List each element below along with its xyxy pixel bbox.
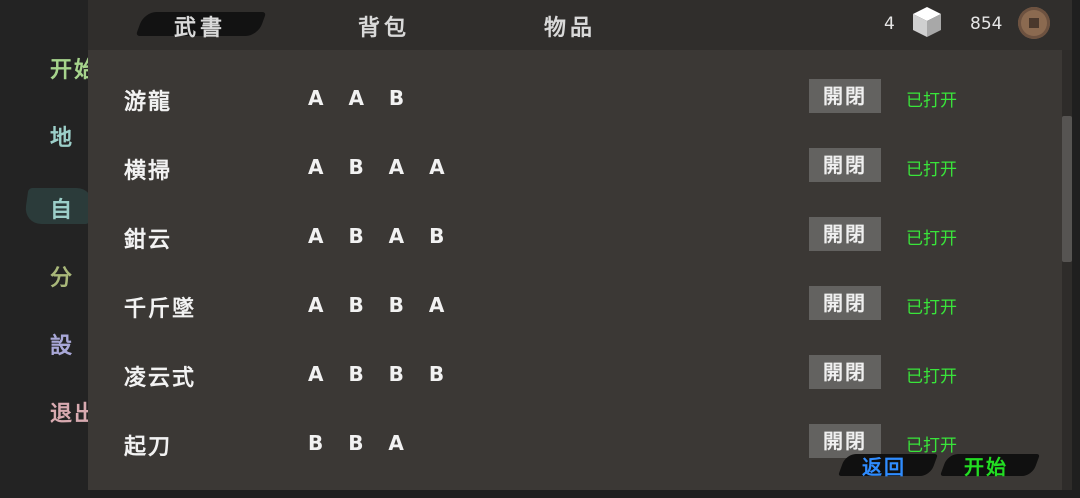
skill-name: 千斤墜: [124, 297, 197, 322]
skill-panel: 武書 背包 物品 4 854 游龍 A A B 開閉 已打开 横掃 A B A …: [88, 0, 1072, 490]
side-item-settings[interactable]: 設: [50, 328, 74, 360]
tab-items[interactable]: 物品: [544, 10, 596, 42]
side-item-share[interactable]: 分: [50, 260, 74, 292]
skill-combo: A B A A: [308, 155, 454, 179]
side-menu: 开始 地 自 分 設 退出: [0, 0, 96, 498]
status-text: 已打开: [906, 436, 957, 456]
scroll-thumb[interactable]: [1062, 116, 1072, 262]
side-item-self[interactable]: 自: [50, 192, 74, 224]
coin-count: 854: [970, 14, 1003, 34]
toggle-button[interactable]: 開閉: [809, 217, 881, 251]
tab-bag[interactable]: 背包: [358, 10, 410, 42]
skill-name: 凌云式: [124, 366, 197, 391]
skill-name: 起刀: [124, 435, 173, 460]
skill-name: 游龍: [124, 90, 173, 115]
skill-combo: B B A: [308, 431, 413, 455]
skill-combo: A B A B: [308, 224, 454, 248]
skill-row: 游龍 A A B 開閉 已打开: [88, 76, 1048, 116]
tab-skills[interactable]: 武書: [174, 10, 226, 42]
start-button[interactable]: 开始: [964, 451, 1008, 480]
cube-icon: [913, 7, 941, 37]
skill-name: 横掃: [124, 159, 173, 184]
side-item-map[interactable]: 地: [50, 120, 74, 152]
status-text: 已打开: [906, 229, 957, 249]
skill-list: 游龍 A A B 開閉 已打开 横掃 A B A A 開閉 已打开 鉗云 A B…: [88, 62, 1072, 482]
skill-name: 鉗云: [124, 228, 173, 253]
status-text: 已打开: [906, 298, 957, 318]
status-text: 已打开: [906, 367, 957, 387]
skill-combo: A B B B: [308, 362, 454, 386]
status-text: 已打开: [906, 160, 957, 180]
skill-row: 凌云式 A B B B 開閉 已打开: [88, 352, 1048, 392]
skill-row: 千斤墜 A B B A 開閉 已打开: [88, 283, 1048, 323]
skill-row: 横掃 A B A A 開閉 已打开: [88, 145, 1048, 185]
cube-count: 4: [884, 14, 895, 34]
toggle-button[interactable]: 開閉: [809, 148, 881, 182]
status-text: 已打开: [906, 91, 957, 111]
skill-row: 鉗云 A B A B 開閉 已打开: [88, 214, 1048, 254]
back-button[interactable]: 返回: [862, 451, 906, 480]
toggle-button[interactable]: 開閉: [809, 355, 881, 389]
skill-combo: A A B: [308, 86, 414, 110]
scrollbar[interactable]: [1062, 50, 1072, 490]
coin-icon: [1018, 7, 1050, 39]
toggle-button[interactable]: 開閉: [809, 286, 881, 320]
skill-combo: A B B A: [308, 293, 454, 317]
toggle-button[interactable]: 開閉: [809, 79, 881, 113]
tab-bar: 武書 背包 物品 4 854: [88, 0, 1072, 50]
